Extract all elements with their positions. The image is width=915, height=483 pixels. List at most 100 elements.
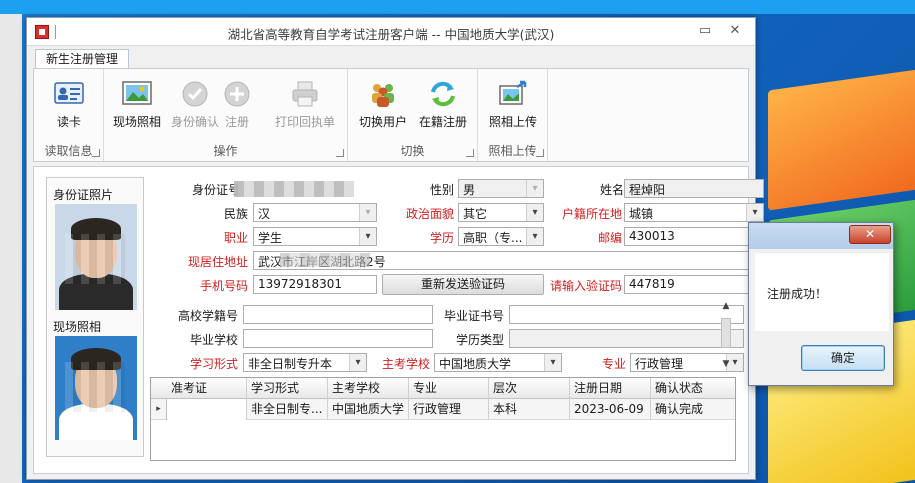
postcode-field[interactable]: 430013 (624, 227, 764, 246)
gender-label: 性别 (429, 183, 454, 197)
dialog-body: 注册成功！ (755, 253, 889, 331)
main-window: 湖北省高等教育自学考试注册客户端 -- 中国地质大学(武汉) ▭ ✕ 新生注册管… (26, 17, 764, 480)
photo-panel: 身份证照片 现场照相 (46, 177, 144, 457)
window-title: 湖北省高等教育自学考试注册客户端 -- 中国地质大学(武汉) (227, 27, 555, 42)
live-photo (55, 336, 137, 440)
table-cell[interactable]: 非全日制专... (247, 399, 328, 420)
resend-code-button[interactable]: 重新发送验证码 (382, 274, 544, 295)
occupation-select[interactable]: 学生 (253, 227, 377, 246)
minimize-button[interactable]: ▭ (695, 22, 715, 40)
school-id-field[interactable] (243, 305, 433, 324)
ribbon-group-read: 读卡 读取信息 (34, 69, 104, 161)
print-receipt-label: 打印回执单 (274, 115, 335, 129)
form-scrollbar[interactable]: ▲ ▼ (719, 300, 733, 370)
edu-type-label: 学历类型 (455, 333, 504, 347)
ethnicity-label: 民族 (223, 207, 248, 221)
tab-strip: 新生注册管理 (27, 46, 755, 69)
education-label: 学历 (429, 231, 454, 245)
table-cell[interactable]: 本科 (489, 399, 570, 420)
verify-code-label: 请输入验证码 (549, 279, 622, 293)
take-photo-button[interactable]: 现场照相 (106, 75, 168, 133)
photo-upload-label: 照相上传 (488, 115, 537, 129)
switch-user-label: 切换用户 (358, 115, 407, 129)
column-header[interactable]: 专业 (409, 378, 489, 399)
switch-user-button[interactable]: 切换用户 (352, 75, 414, 133)
register-button[interactable]: 注册 (214, 75, 260, 133)
photo-upload-button[interactable]: 照相上传 (482, 75, 544, 133)
political-status-select[interactable]: 其它 (458, 203, 544, 222)
gender-select[interactable]: 男 (458, 179, 544, 198)
dialog-close-button[interactable]: ✕ (849, 225, 891, 244)
enrolled-register-label: 在籍注册 (418, 115, 467, 129)
close-button[interactable]: ✕ (725, 22, 745, 40)
political-status-label: 政治面貌 (405, 207, 454, 221)
group-launcher-icon[interactable] (92, 149, 100, 157)
photo-icon (122, 81, 152, 105)
major-label: 专业 (601, 357, 626, 371)
phone-label: 手机号码 (200, 279, 249, 293)
table-row[interactable]: ▸ 非全日制专... 中国地质大学 行政管理 本科 2023-06-09 确认完… (151, 399, 735, 420)
group-launcher-icon[interactable] (536, 149, 544, 157)
main-school-select[interactable]: 中国地质大学 (434, 353, 562, 372)
row-selector-icon[interactable]: ▸ (151, 399, 167, 420)
desktop-left-strip (0, 14, 22, 483)
ribbon-group-switch-label: 切换 (400, 144, 425, 158)
column-header[interactable]: 确认状态 (651, 378, 735, 399)
registration-table: 准考证 学习形式 主考学校 专业 层次 注册日期 确认状态 ▸ 非全日制专...… (150, 377, 736, 461)
read-card-button[interactable]: 读卡 (38, 75, 100, 133)
table-header: 准考证 学习形式 主考学校 专业 层次 注册日期 确认状态 (151, 378, 735, 399)
household-label: 户籍所在地 (561, 207, 622, 221)
table-cell[interactable]: 2023-06-09 (570, 399, 651, 420)
dialog-title-bar: ✕ (749, 223, 893, 249)
table-cell[interactable]: 行政管理 (409, 399, 489, 420)
cert-no-label: 毕业证书号 (443, 309, 504, 323)
phone-field[interactable]: 13972918301 (253, 275, 377, 294)
postcode-label: 邮编 (597, 231, 622, 245)
id-number-label: 身份证号 (192, 183, 241, 197)
dialog-ok-button[interactable]: 确定 (801, 345, 885, 371)
study-form-select[interactable]: 非全日制专升本 (243, 353, 367, 372)
grad-school-field[interactable] (243, 329, 433, 348)
ribbon-group-upload: 照相上传 照相上传 (478, 69, 548, 161)
column-header[interactable]: 主考学校 (328, 378, 409, 399)
live-photo-label: 现场照相 (53, 320, 102, 334)
school-id-label: 高校学籍号 (177, 309, 238, 323)
refresh-icon (431, 81, 455, 107)
column-header[interactable]: 学习形式 (247, 378, 328, 399)
id-photo (55, 204, 137, 310)
edu-type-field[interactable] (509, 329, 744, 348)
cert-no-field[interactable] (509, 305, 744, 324)
dialog-message: 注册成功！ (767, 287, 828, 301)
household-select[interactable]: 城镇 (624, 203, 764, 222)
scroll-thumb[interactable] (721, 318, 731, 348)
column-header[interactable]: 准考证 (167, 378, 247, 399)
grad-school-label: 毕业学校 (189, 333, 238, 347)
group-launcher-icon[interactable] (466, 149, 474, 157)
study-form-label: 学习形式 (189, 357, 238, 371)
main-school-label: 主考学校 (381, 357, 430, 371)
print-receipt-button[interactable]: 打印回执单 (268, 75, 342, 133)
group-launcher-icon[interactable] (336, 149, 344, 157)
desktop-top-strip (0, 0, 915, 14)
id-number-redacted (234, 181, 354, 197)
printer-icon (292, 81, 318, 107)
name-field[interactable]: 程焯阳 (624, 179, 764, 198)
table-cell[interactable]: 确认完成 (651, 399, 735, 420)
occupation-label: 职业 (223, 231, 248, 245)
scroll-up-icon[interactable]: ▲ (719, 300, 733, 312)
column-header[interactable]: 层次 (489, 378, 570, 399)
verify-code-field[interactable]: 447819 (624, 275, 764, 294)
address-redacted (280, 253, 370, 267)
name-label: 姓名 (599, 183, 624, 197)
scroll-down-icon[interactable]: ▼ (719, 358, 733, 370)
column-header[interactable]: 注册日期 (570, 378, 651, 399)
title-bar: 湖北省高等教育自学考试注册客户端 -- 中国地质大学(武汉) ▭ ✕ (27, 18, 755, 46)
enrolled-register-button[interactable]: 在籍注册 (412, 75, 474, 133)
tab-new-student-registration[interactable]: 新生注册管理 (35, 49, 130, 69)
id-card-icon (54, 82, 84, 104)
education-select[interactable]: 高职（专... (458, 227, 544, 246)
table-cell[interactable]: 中国地质大学 (328, 399, 409, 420)
ribbon: 读卡 读取信息 现场照相 身份确认 注册 打印回执单 操作 切换用户 在籍注册 … (33, 68, 749, 162)
table-cell[interactable] (167, 399, 247, 420)
ethnicity-select[interactable]: 汉 (253, 203, 377, 222)
